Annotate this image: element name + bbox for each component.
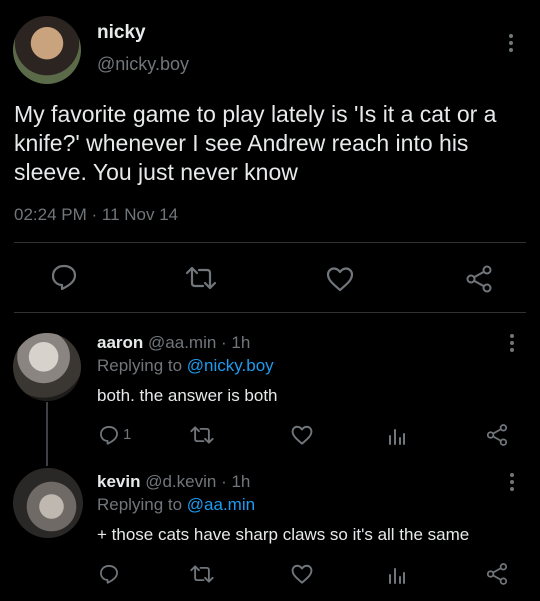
analytics-icon[interactable] <box>387 565 407 585</box>
replying-label: Replying to <box>97 495 183 514</box>
replying-to: Replying to @nicky.boy <box>97 356 274 376</box>
heart-icon[interactable] <box>290 563 314 585</box>
more-icon[interactable] <box>509 334 515 355</box>
author-handle[interactable]: @nicky.boy <box>97 54 189 75</box>
replying-to: Replying to @aa.min <box>97 495 255 515</box>
thread-line <box>46 402 48 466</box>
avatar[interactable] <box>13 16 81 84</box>
mention-link[interactable]: @aa.min <box>187 495 255 514</box>
heart-icon[interactable] <box>290 424 314 446</box>
tweet-timestamp: 02:24 PM · 11 Nov 14 <box>14 205 179 224</box>
avatar[interactable] <box>13 468 83 538</box>
share-icon[interactable] <box>485 562 509 586</box>
reply-header: kevin @d.kevin · 1h <box>97 472 250 492</box>
retweet-icon[interactable] <box>189 564 215 584</box>
author-name[interactable]: aaron <box>97 333 143 352</box>
more-icon[interactable] <box>509 473 515 494</box>
analytics-icon[interactable] <box>387 426 407 446</box>
share-icon[interactable] <box>485 423 509 447</box>
comment-icon[interactable] <box>98 424 120 446</box>
mention-link[interactable]: @nicky.boy <box>187 356 274 375</box>
comment-icon[interactable] <box>49 262 79 292</box>
reply-text: both. the answer is both <box>97 386 278 405</box>
avatar[interactable] <box>13 333 81 401</box>
heart-icon[interactable] <box>325 265 355 293</box>
retweet-icon[interactable] <box>184 265 218 291</box>
replying-label: Replying to <box>97 356 183 375</box>
comment-icon[interactable] <box>98 563 120 585</box>
divider <box>14 242 526 243</box>
more-icon[interactable] <box>508 34 514 55</box>
author-meta: @d.kevin · 1h <box>145 472 251 491</box>
reply-header: aaron @aa.min · 1h <box>97 333 250 353</box>
author-name[interactable]: kevin <box>97 472 140 491</box>
share-icon[interactable] <box>464 264 494 294</box>
author-meta: @aa.min · 1h <box>148 333 251 352</box>
retweet-icon[interactable] <box>189 425 215 445</box>
tweet-text: My favorite game to play lately is 'Is i… <box>14 101 497 185</box>
author-name[interactable]: nicky <box>97 22 146 44</box>
divider <box>14 312 526 313</box>
reply-text: + those cats have sharp claws so it's al… <box>97 525 470 544</box>
reply-count: 1 <box>123 426 132 443</box>
